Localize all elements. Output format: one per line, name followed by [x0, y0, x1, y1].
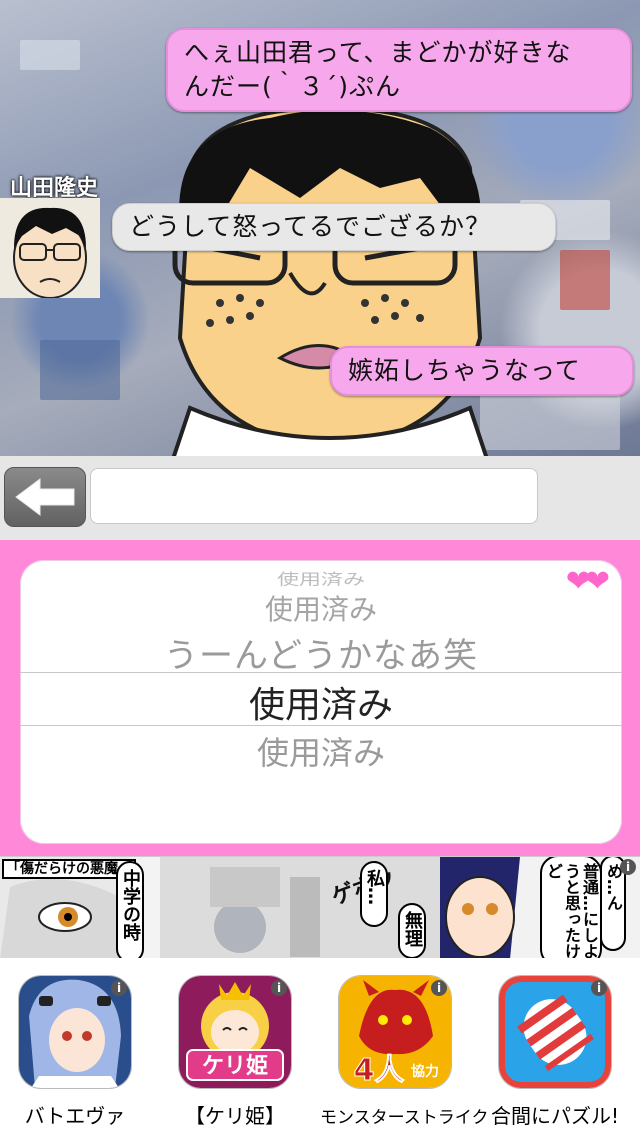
app-ad-item[interactable]: i 合間にパズル! [480, 976, 630, 1129]
chat-bubble-text: へぇ山田君って、まどかが好きな [184, 38, 572, 67]
monster-strike-icon[interactable]: 4人 協力 i [339, 976, 451, 1088]
manga-speech-bubble: 私… [360, 861, 388, 927]
chat-bubble-outgoing: へぇ山田君って、まどかが好きな んだー(｀３´)ぷん [166, 28, 632, 112]
chat-bubble-text: 嫉妬しちゃうなって [348, 356, 581, 385]
svg-text:4人: 4人 [354, 1053, 405, 1088]
app-ad-label: 合間にパズル! [490, 1104, 620, 1128]
app-ad-label: 【ケリ姫】 [185, 1104, 285, 1128]
character-face [171, 108, 489, 456]
picker-row[interactable]: 使用済み [20, 588, 622, 628]
candy-puzzle-icon[interactable]: i [499, 976, 611, 1088]
back-button[interactable] [4, 467, 86, 527]
picker-row[interactable]: 使用済み [20, 567, 622, 589]
hearts-icon: ❤❤ [565, 564, 610, 599]
picker-row-selected[interactable]: 使用済み [20, 676, 622, 728]
avatar[interactable] [0, 198, 100, 298]
info-icon[interactable]: i [431, 980, 447, 996]
chat-scene: 山田隆史 へぇ山田君って、まどかが好きな んだー(｀３´)ぷん どうして怒ってる… [0, 0, 640, 456]
svg-text:ケリ姫: ケリ姫 [202, 1053, 268, 1079]
background-blur [20, 40, 80, 70]
keri-hime-icon[interactable]: ケリ姫 i [179, 976, 291, 1088]
chat-bubble-incoming: どうして怒ってるでござるか？ [112, 203, 556, 251]
manga-speech-bubble: 無理 [398, 903, 426, 959]
app-ad-item[interactable]: ケリ姫 i 【ケリ姫】 [160, 976, 310, 1129]
chat-bubble-text: どうして怒ってるでござるか？ [129, 212, 492, 241]
info-icon[interactable]: i [620, 859, 636, 875]
manga-speech-bubble: 普通…にしようと思ったけど [540, 857, 602, 959]
chat-bubble-outgoing: 嫉妬しちゃうなって [330, 346, 634, 396]
info-icon[interactable]: i [111, 980, 127, 996]
phrase-picker[interactable]: 使用済み 使用済み うーんどうかなあ笑 使用済み 使用済み ❤❤ [20, 560, 622, 844]
app-ad-item[interactable]: 4人 協力 i モンスターストライク [320, 976, 489, 1128]
manga-speech-bubble: 中学の時 [116, 861, 144, 959]
app-ad-label: モンスターストライク [320, 1108, 489, 1128]
avatar-face-icon [0, 198, 100, 298]
chat-bubble-text: んだー(｀３´)ぷん [184, 72, 402, 101]
left-arrow-icon [15, 478, 75, 516]
background-blur [560, 250, 610, 310]
phrase-picker-area: 使用済み 使用済み うーんどうかなあ笑 使用済み 使用済み ❤❤ [0, 540, 640, 856]
app-ad-label: バトエヴァ [24, 1104, 126, 1128]
app-ad-bar: i バトエヴァ ケリ姫 i 【ケリ姫】 4人 協力 i モンスターストライク i… [0, 958, 640, 1136]
message-input[interactable] [90, 468, 538, 524]
svg-text:協力: 協力 [411, 1063, 439, 1080]
evangelion-character-icon[interactable]: i [19, 976, 131, 1088]
background-blur [40, 340, 120, 400]
picker-row[interactable]: うーんどうかなあ笑 [20, 628, 622, 677]
info-icon[interactable]: i [271, 980, 287, 996]
picker-row[interactable]: 使用済み [20, 728, 622, 774]
info-icon[interactable]: i [591, 980, 607, 996]
manga-ad-banner[interactable]: 「傷だらけの悪魔」 中学の時 ゲボッ 私… 無理 普通…にしようと思ったけど め… [0, 856, 640, 959]
app-ad-item[interactable]: i バトエヴァ [0, 976, 150, 1129]
input-row [0, 456, 640, 541]
